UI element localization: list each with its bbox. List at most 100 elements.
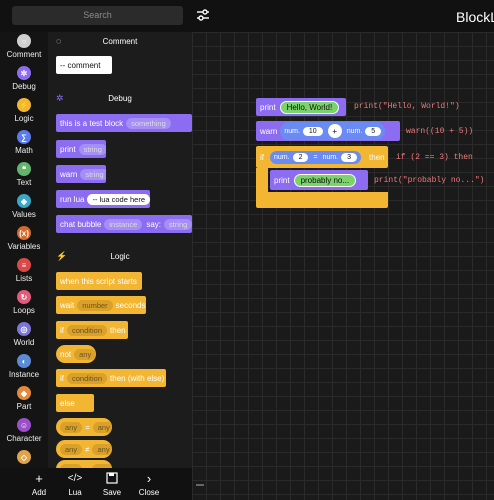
lua-preview: print("probably no...")	[374, 176, 485, 185]
number-value[interactable]: 10	[302, 126, 323, 136]
category-values[interactable]: ◈ Values	[0, 194, 48, 226]
string-value[interactable]: probably no...	[293, 173, 357, 187]
save-button[interactable]: Save	[94, 472, 130, 497]
operator[interactable]: +	[327, 124, 342, 138]
block-label: print	[60, 144, 76, 154]
equals-block[interactable]: any = any	[56, 418, 112, 436]
category-lists[interactable]: ≡ Lists	[0, 258, 48, 290]
if-then-block[interactable]: if condition then	[56, 321, 128, 339]
if-header[interactable]: if num. 2 = num. 3 then	[256, 146, 388, 168]
filter-settings-icon[interactable]	[196, 8, 210, 22]
category-label: Lists	[15, 274, 33, 283]
block-slot[interactable]: any	[74, 348, 96, 360]
close-button[interactable]: › Close	[131, 472, 167, 498]
button-label: Lua	[68, 488, 82, 497]
category-debug[interactable]: ✲ Debug	[0, 66, 48, 98]
character-icon: ☺	[17, 418, 31, 432]
category-variables[interactable]: (x) Variables	[0, 226, 48, 258]
block-slot[interactable]: condition	[67, 324, 108, 336]
category-text[interactable]: ❝ Text	[0, 162, 48, 194]
block-slot[interactable]: any	[92, 421, 112, 433]
comment-icon: ○	[17, 34, 31, 48]
category-sidebar: ○ Comment ✲ Debug ⚡ Logic ∑ Math ❝ Text ◈ Values (x)…	[0, 32, 48, 468]
block-label: wait	[60, 300, 75, 310]
block-slot[interactable]: number	[77, 299, 113, 311]
block-slot[interactable]: any	[60, 443, 83, 455]
block-slot[interactable]: any	[92, 443, 112, 455]
button-label: Close	[138, 488, 160, 497]
compare-block[interactable]: any any	[56, 460, 112, 468]
block-label: print	[274, 175, 290, 185]
section-title: Logic	[110, 252, 130, 261]
block-label: say:	[146, 219, 161, 229]
when-script-starts-block[interactable]: when this script starts	[56, 272, 142, 290]
block-slot[interactable]: something	[126, 117, 171, 129]
category-character[interactable]: ☺ Character	[0, 418, 48, 450]
block-slot[interactable]: string	[80, 168, 106, 180]
category-comment[interactable]: ○ Comment	[0, 34, 48, 66]
block-label: num.	[284, 127, 300, 135]
category-loops[interactable]: ↻ Loops	[0, 290, 48, 322]
if-arm	[256, 168, 268, 194]
block-slot[interactable]: any	[60, 421, 83, 433]
block-slot[interactable]: -- lua code here	[87, 193, 150, 205]
category-label: Comment	[6, 50, 42, 59]
block-label: chat bubble	[60, 219, 102, 229]
operator[interactable]: =	[313, 154, 317, 161]
comment-block[interactable]: -- comment	[56, 56, 112, 74]
category-more[interactable]: ◇	[0, 450, 48, 468]
print-block[interactable]: print string	[56, 140, 106, 158]
block-label: if	[60, 373, 64, 383]
block-slot[interactable]: string	[163, 218, 192, 230]
block-label: num.	[274, 153, 290, 161]
block-label: -- comment	[60, 60, 101, 70]
code-icon: </>	[67, 473, 83, 484]
number-value[interactable]: 2	[292, 152, 309, 162]
add-expression[interactable]: num. 10 + num. 5	[280, 122, 386, 140]
more-icon: ◇	[17, 450, 31, 464]
canvas-print-block[interactable]: print Hello, World!	[256, 98, 346, 116]
button-label: Save	[102, 488, 122, 497]
category-label: Part	[16, 402, 32, 411]
list-icon: ≡	[17, 258, 31, 272]
canvas-inner-print-block[interactable]: print probably no...	[270, 170, 368, 190]
text-icon: ❝	[17, 162, 31, 176]
string-value[interactable]: Hello, World!	[279, 100, 340, 114]
search-input[interactable]: Search	[12, 6, 183, 25]
if-then-else-block[interactable]: if condition then (with else)	[56, 369, 166, 387]
else-block[interactable]: else	[56, 394, 94, 412]
variables-icon: (x)	[17, 226, 31, 240]
category-part[interactable]: ◆ Part	[0, 386, 48, 418]
canvas-warn-block[interactable]: warn num. 10 + num. 5	[256, 121, 400, 141]
number-value[interactable]: 5	[365, 126, 382, 136]
block-slot[interactable]: string	[78, 143, 106, 155]
not-block[interactable]: not any	[56, 345, 96, 363]
number-value[interactable]: 3	[341, 152, 358, 162]
zoom-out-icon[interactable]	[196, 484, 204, 486]
not-equals-block[interactable]: any ≠ any	[56, 440, 112, 458]
run-lua-block[interactable]: run lua -- lua code here	[56, 190, 150, 208]
lua-button[interactable]: </> Lua	[57, 472, 93, 497]
warn-block[interactable]: warn string	[56, 165, 106, 183]
equals-expression[interactable]: num. 2 = num. 3	[270, 150, 362, 164]
block-label: seconds	[115, 300, 146, 310]
block-label: print	[260, 102, 276, 112]
chat-bubble-block[interactable]: chat bubble instance say: string	[56, 215, 192, 233]
wait-block[interactable]: wait number seconds	[56, 296, 146, 314]
category-label: Debug	[12, 82, 36, 91]
section-header-debug: ✲ Debug	[48, 92, 192, 106]
category-label: Text	[16, 178, 32, 187]
category-world[interactable]: ◎ World	[0, 322, 48, 354]
category-instance[interactable]: ◐ Instance	[0, 354, 48, 386]
test-block[interactable]: this is a test block something	[56, 114, 192, 132]
bug-icon: ✲	[17, 66, 31, 80]
workspace-canvas[interactable]: print Hello, World! print("Hello, World!…	[192, 32, 494, 500]
block-slot[interactable]: instance	[104, 218, 143, 230]
lua-preview: warn((10 + 5))	[406, 127, 474, 136]
category-logic[interactable]: ⚡ Logic	[0, 98, 48, 130]
category-label: Math	[15, 146, 33, 155]
add-button[interactable]: + Add	[21, 472, 57, 498]
block-operator: =	[85, 422, 90, 432]
block-slot[interactable]: condition	[67, 372, 108, 384]
category-math[interactable]: ∑ Math	[0, 130, 48, 162]
